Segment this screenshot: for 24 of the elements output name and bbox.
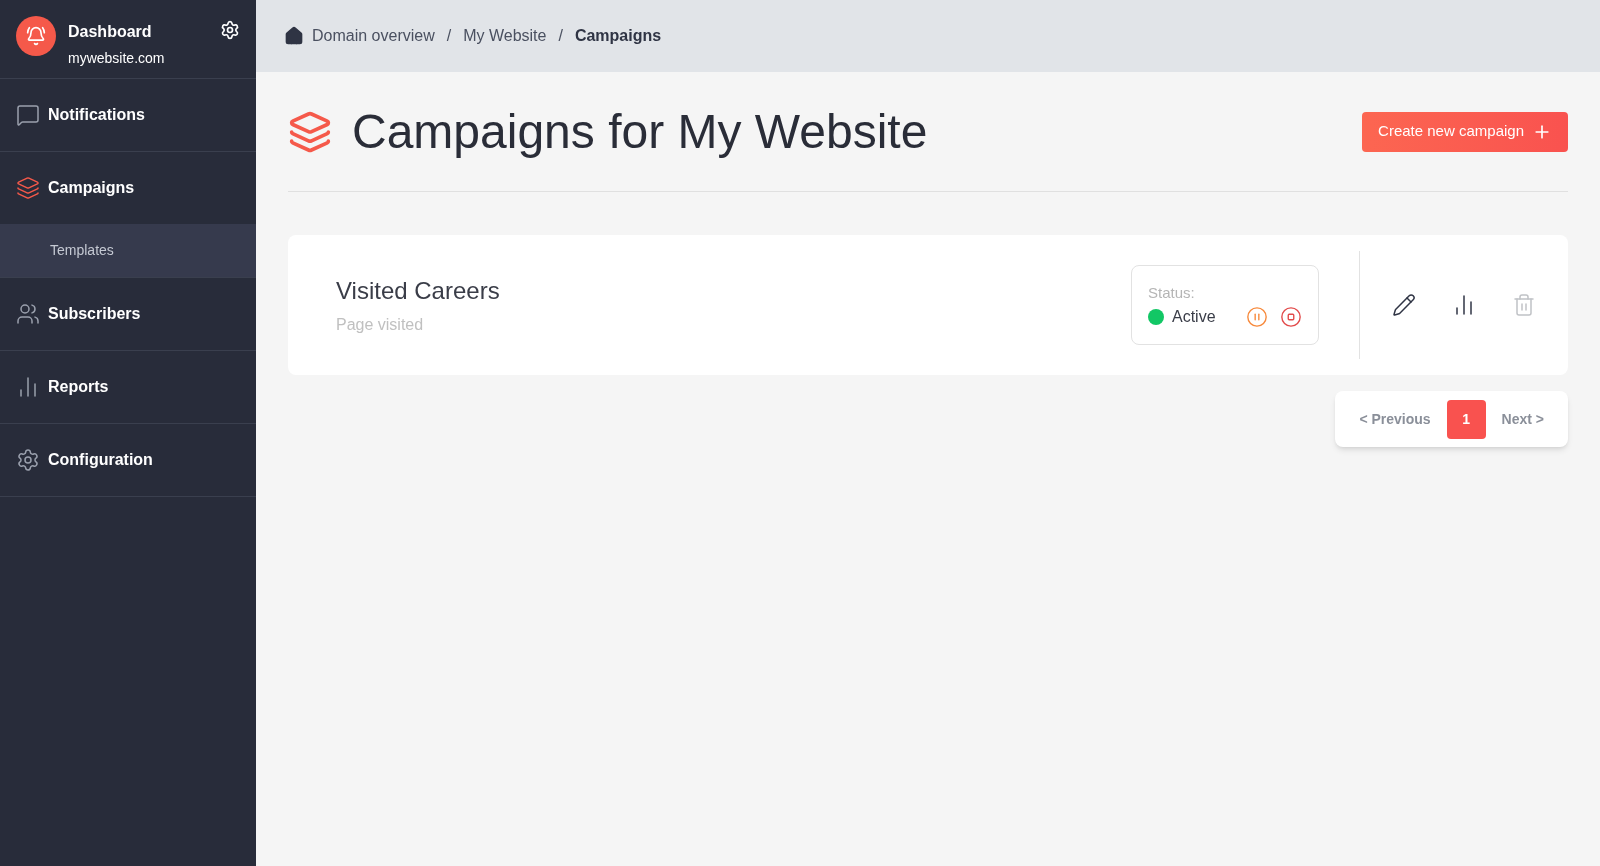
nav-item[interactable]: Notifications bbox=[0, 79, 256, 151]
nav-item[interactable]: Campaigns bbox=[0, 152, 256, 224]
logo-icon bbox=[16, 16, 56, 56]
breadcrumb-link[interactable]: Domain overview bbox=[312, 24, 435, 48]
breadcrumb-link[interactable]: My Website bbox=[463, 24, 547, 48]
home-icon[interactable] bbox=[284, 26, 304, 46]
breadcrumb-separator: / bbox=[557, 26, 564, 46]
campaign-trigger: Page visited bbox=[336, 315, 425, 335]
brand-title: Dashboard bbox=[68, 22, 153, 42]
pencil-icon[interactable] bbox=[1392, 293, 1416, 317]
breadcrumb-current: Campaigns bbox=[574, 26, 662, 46]
stop-icon[interactable] bbox=[1280, 305, 1302, 328]
nav-subitem[interactable]: Templates bbox=[0, 224, 256, 277]
brand-subtitle: mywebsite.com bbox=[68, 49, 166, 68]
status-text: Active bbox=[1172, 306, 1217, 327]
status-label: Status: bbox=[1148, 283, 1196, 303]
settings-icon[interactable] bbox=[220, 20, 240, 40]
breadcrumb-separator: / bbox=[445, 26, 453, 46]
page-title: Campaigns for My Website bbox=[352, 103, 928, 160]
nav-item[interactable]: Configuration bbox=[0, 424, 256, 496]
campaign-name: Visited Careers bbox=[336, 276, 501, 306]
nav-item[interactable]: Subscribers bbox=[0, 278, 256, 350]
nav-item[interactable]: Reports bbox=[0, 351, 256, 423]
layers-icon bbox=[288, 109, 332, 154]
